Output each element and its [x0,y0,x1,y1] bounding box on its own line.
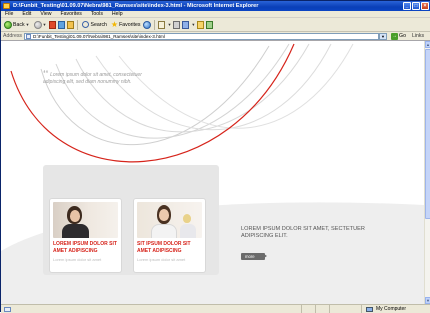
edit-icon[interactable] [182,20,190,29]
page-done-icon [4,306,11,312]
face-shape [159,209,169,221]
standard-toolbar: Back ▼ ▼ Search ★ Favorites ▼ ▼ [1,18,430,32]
address-label: Address [3,33,23,39]
back-label: Back [13,21,25,28]
page-viewport: ❛❛ Lorem ipsum dolor sit amet, consectetu… [1,41,424,304]
toolbar-separator [154,19,156,30]
maximize-button[interactable]: □ [412,2,420,10]
woman-on-phone-image [53,202,118,238]
favorites-star-icon: ★ [110,19,119,29]
menu-help[interactable]: Help [112,11,123,17]
address-value: D:\Funbit_Testing\01.09.07\Nebra\981_Ram… [33,33,165,39]
close-button[interactable]: × [421,2,429,10]
back-dropdown-icon[interactable]: ▼ [26,22,30,27]
card-text: Lorem ipsum dolor sit amet [53,257,102,262]
menu-tools[interactable]: Tools [91,11,103,17]
search-icon [82,21,90,28]
scroll-up-icon[interactable]: ▲ [425,41,430,48]
stop-icon[interactable] [49,20,57,29]
computer-icon [366,306,373,312]
menu-bar: File Edit View Favorites Tools Help [1,11,430,18]
vertical-scrollbar[interactable]: ▲ ▼ [424,41,430,304]
forward-button[interactable]: ▼ [33,19,48,30]
background-person-shape [183,214,191,223]
zone-label: My Computer [376,306,407,312]
home-icon[interactable] [67,20,75,29]
address-dropdown-icon[interactable]: ▼ [379,32,388,40]
feature-card[interactable]: SIT IPSUM DOLOR SIT AMET ADIPISCING Lore… [133,198,206,273]
feature-card[interactable]: LOREM IPSUM DOLOR SIT AMET ADIPISCING Lo… [49,198,122,273]
edit-dropdown-icon[interactable]: ▼ [191,22,195,27]
shoulders-shape [62,224,89,238]
card-title[interactable]: SIT IPSUM DOLOR SIT AMET ADIPISCING [137,241,202,254]
menu-file[interactable]: File [5,11,13,17]
menu-edit[interactable]: Edit [22,11,31,17]
favorites-label: Favorites [119,21,141,28]
print-icon[interactable] [173,20,181,29]
card-title[interactable]: LOREM IPSUM DOLOR SIT AMET ADIPISCING [53,241,118,254]
back-button[interactable]: Back ▼ [3,19,31,30]
red-arc [10,43,295,163]
search-label: Search [90,21,107,28]
card-text: Lorem ipsum dolor sit amet [137,257,186,262]
team-image [137,202,202,238]
back-arrow-icon [4,20,12,29]
search-button[interactable]: Search [81,19,107,30]
scroll-down-icon[interactable]: ▼ [425,297,430,304]
hero-text: LOREM IPSUM DOLOR SIT AMET, SECTETUER AD… [241,226,365,239]
go-button[interactable]: → Go [391,32,406,40]
address-input[interactable]: D:\Funbit_Testing\01.09.07\Nebra\981_Ram… [24,32,380,40]
grey-arc [40,45,270,145]
menu-favorites[interactable]: Favorites [60,11,81,17]
toolbar-separator [77,19,79,30]
mail-dropdown-icon[interactable]: ▼ [167,22,171,27]
grey-arc [55,43,290,139]
face-shape [70,210,80,222]
mail-icon[interactable] [158,20,166,29]
address-bar: Address D:\Funbit_Testing\01.09.07\Nebra… [1,32,430,41]
folder-icon[interactable] [197,20,205,29]
go-arrow-icon: → [391,32,399,40]
shoulders-shape [151,224,177,238]
ie-icon [3,3,10,9]
media-icon[interactable] [143,20,152,29]
minimize-button[interactable]: _ [403,2,411,10]
favorites-button[interactable]: ★ Favorites [110,19,142,30]
quote-mark-icon: ❛❛ [43,69,49,78]
forward-arrow-icon [33,20,42,29]
background-person-body [180,224,196,238]
grey-arc [95,43,332,131]
refresh-icon[interactable] [58,20,66,29]
grey-arc [75,43,310,133]
more-button[interactable]: more [241,253,267,260]
quote-text: Lorem ipsum dolor sit amet, consectetuer… [43,72,142,85]
title-bar[interactable]: D:\Funbit_Testing\01.09.07\Nebra\981_Ram… [1,1,430,11]
go-label: Go [399,33,406,39]
window-title: D:\Funbit_Testing\01.09.07\Nebra\981_Ram… [13,3,259,9]
browser-window: D:\Funbit_Testing\01.09.07\Nebra\981_Ram… [0,0,430,313]
grey-arc [118,43,354,129]
links-button[interactable]: Links [412,33,424,39]
intro-quote: ❛❛ Lorem ipsum dolor sit amet, consectetu… [43,70,155,86]
page-icon [26,34,32,39]
scroll-thumb[interactable] [425,49,430,219]
messenger-icon[interactable] [206,20,214,29]
forward-dropdown-icon[interactable]: ▼ [43,22,47,27]
menu-view[interactable]: View [40,11,51,17]
